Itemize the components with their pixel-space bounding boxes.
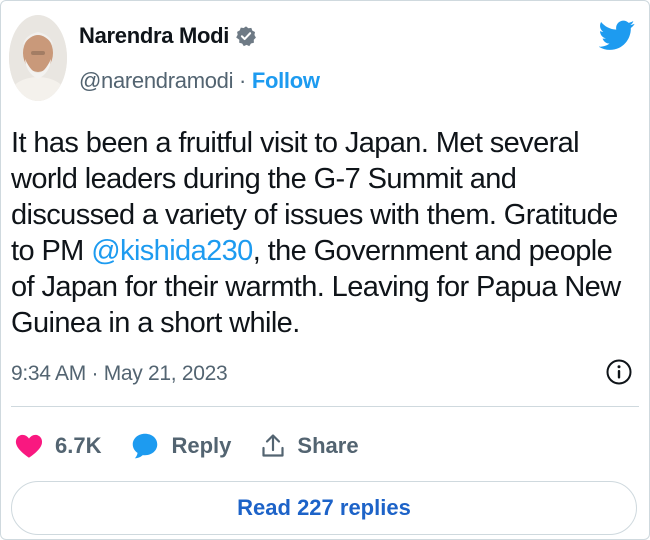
like-count: 6.7K	[55, 433, 102, 458]
divider	[11, 406, 639, 407]
heart-icon	[15, 434, 43, 458]
tweet-card: Narendra Modi @narendramodi · Follow It …	[0, 0, 650, 540]
reply-button[interactable]: Reply	[131, 432, 231, 460]
tweet-timestamp[interactable]: 9:34 AM · May 21, 2023	[11, 362, 228, 386]
speech-bubble-icon	[133, 433, 158, 459]
twitter-bird-icon[interactable]	[599, 17, 635, 53]
info-icon[interactable]	[605, 358, 633, 386]
share-button[interactable]: Share	[261, 433, 359, 459]
author-handle[interactable]: @narendramodi	[79, 68, 233, 93]
author-name-row: Narendra Modi	[79, 23, 257, 49]
handle-separator: ·	[239, 68, 247, 93]
mention-link[interactable]: @kishida230	[91, 235, 253, 267]
read-replies-button[interactable]: Read 227 replies	[11, 481, 637, 535]
share-upload-icon	[262, 434, 285, 457]
share-label: Share	[297, 433, 359, 458]
verified-badge-icon	[236, 26, 257, 47]
avatar[interactable]	[9, 15, 67, 101]
avatar-portrait-image	[9, 15, 67, 101]
tweet-text: It has been a fruitful visit to Japan. M…	[11, 125, 639, 341]
author-handle-row: @narendramodi · Follow	[79, 68, 320, 94]
reply-label: Reply	[171, 433, 232, 458]
author-name[interactable]: Narendra Modi	[79, 23, 229, 49]
like-button[interactable]: 6.7K	[15, 433, 101, 459]
follow-button[interactable]: Follow	[252, 68, 320, 93]
tweet-actions: 6.7K Reply Share	[15, 428, 389, 464]
